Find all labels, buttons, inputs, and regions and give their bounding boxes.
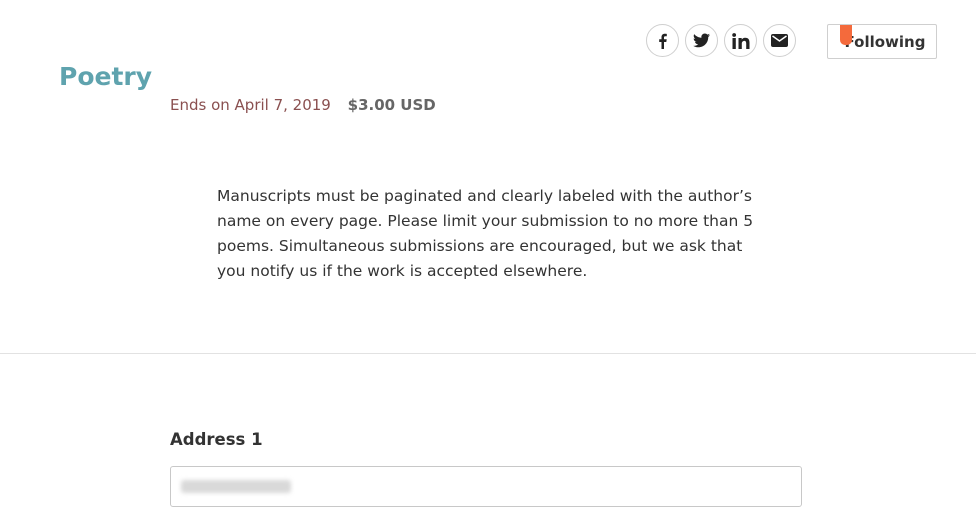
facebook-icon: [658, 33, 667, 49]
address1-label: Address 1: [170, 430, 263, 449]
price-text: $3.00 USD: [347, 96, 436, 114]
share-bar: [646, 24, 796, 57]
email-share-button[interactable]: [763, 24, 796, 57]
category-description: Manuscripts must be paginated and clearl…: [217, 187, 754, 280]
linkedin-share-button[interactable]: [724, 24, 757, 57]
following-button[interactable]: Following: [827, 24, 937, 59]
email-icon: [771, 34, 788, 47]
facebook-share-button[interactable]: [646, 24, 679, 57]
section-divider: [0, 353, 976, 354]
redacted-address-value: [181, 480, 291, 493]
submission-page: Following Poetry Ends on April 7, 2019 $…: [0, 0, 976, 532]
linkedin-icon: [731, 32, 749, 49]
category-meta: Ends on April 7, 2019 $3.00 USD: [170, 96, 436, 114]
bookmark-icon: [840, 25, 852, 45]
twitter-share-button[interactable]: [685, 24, 718, 57]
category-title: Poetry: [59, 62, 153, 91]
deadline-text: Ends on April 7, 2019: [170, 96, 331, 114]
following-label: Following: [844, 32, 926, 51]
twitter-icon: [693, 33, 710, 48]
